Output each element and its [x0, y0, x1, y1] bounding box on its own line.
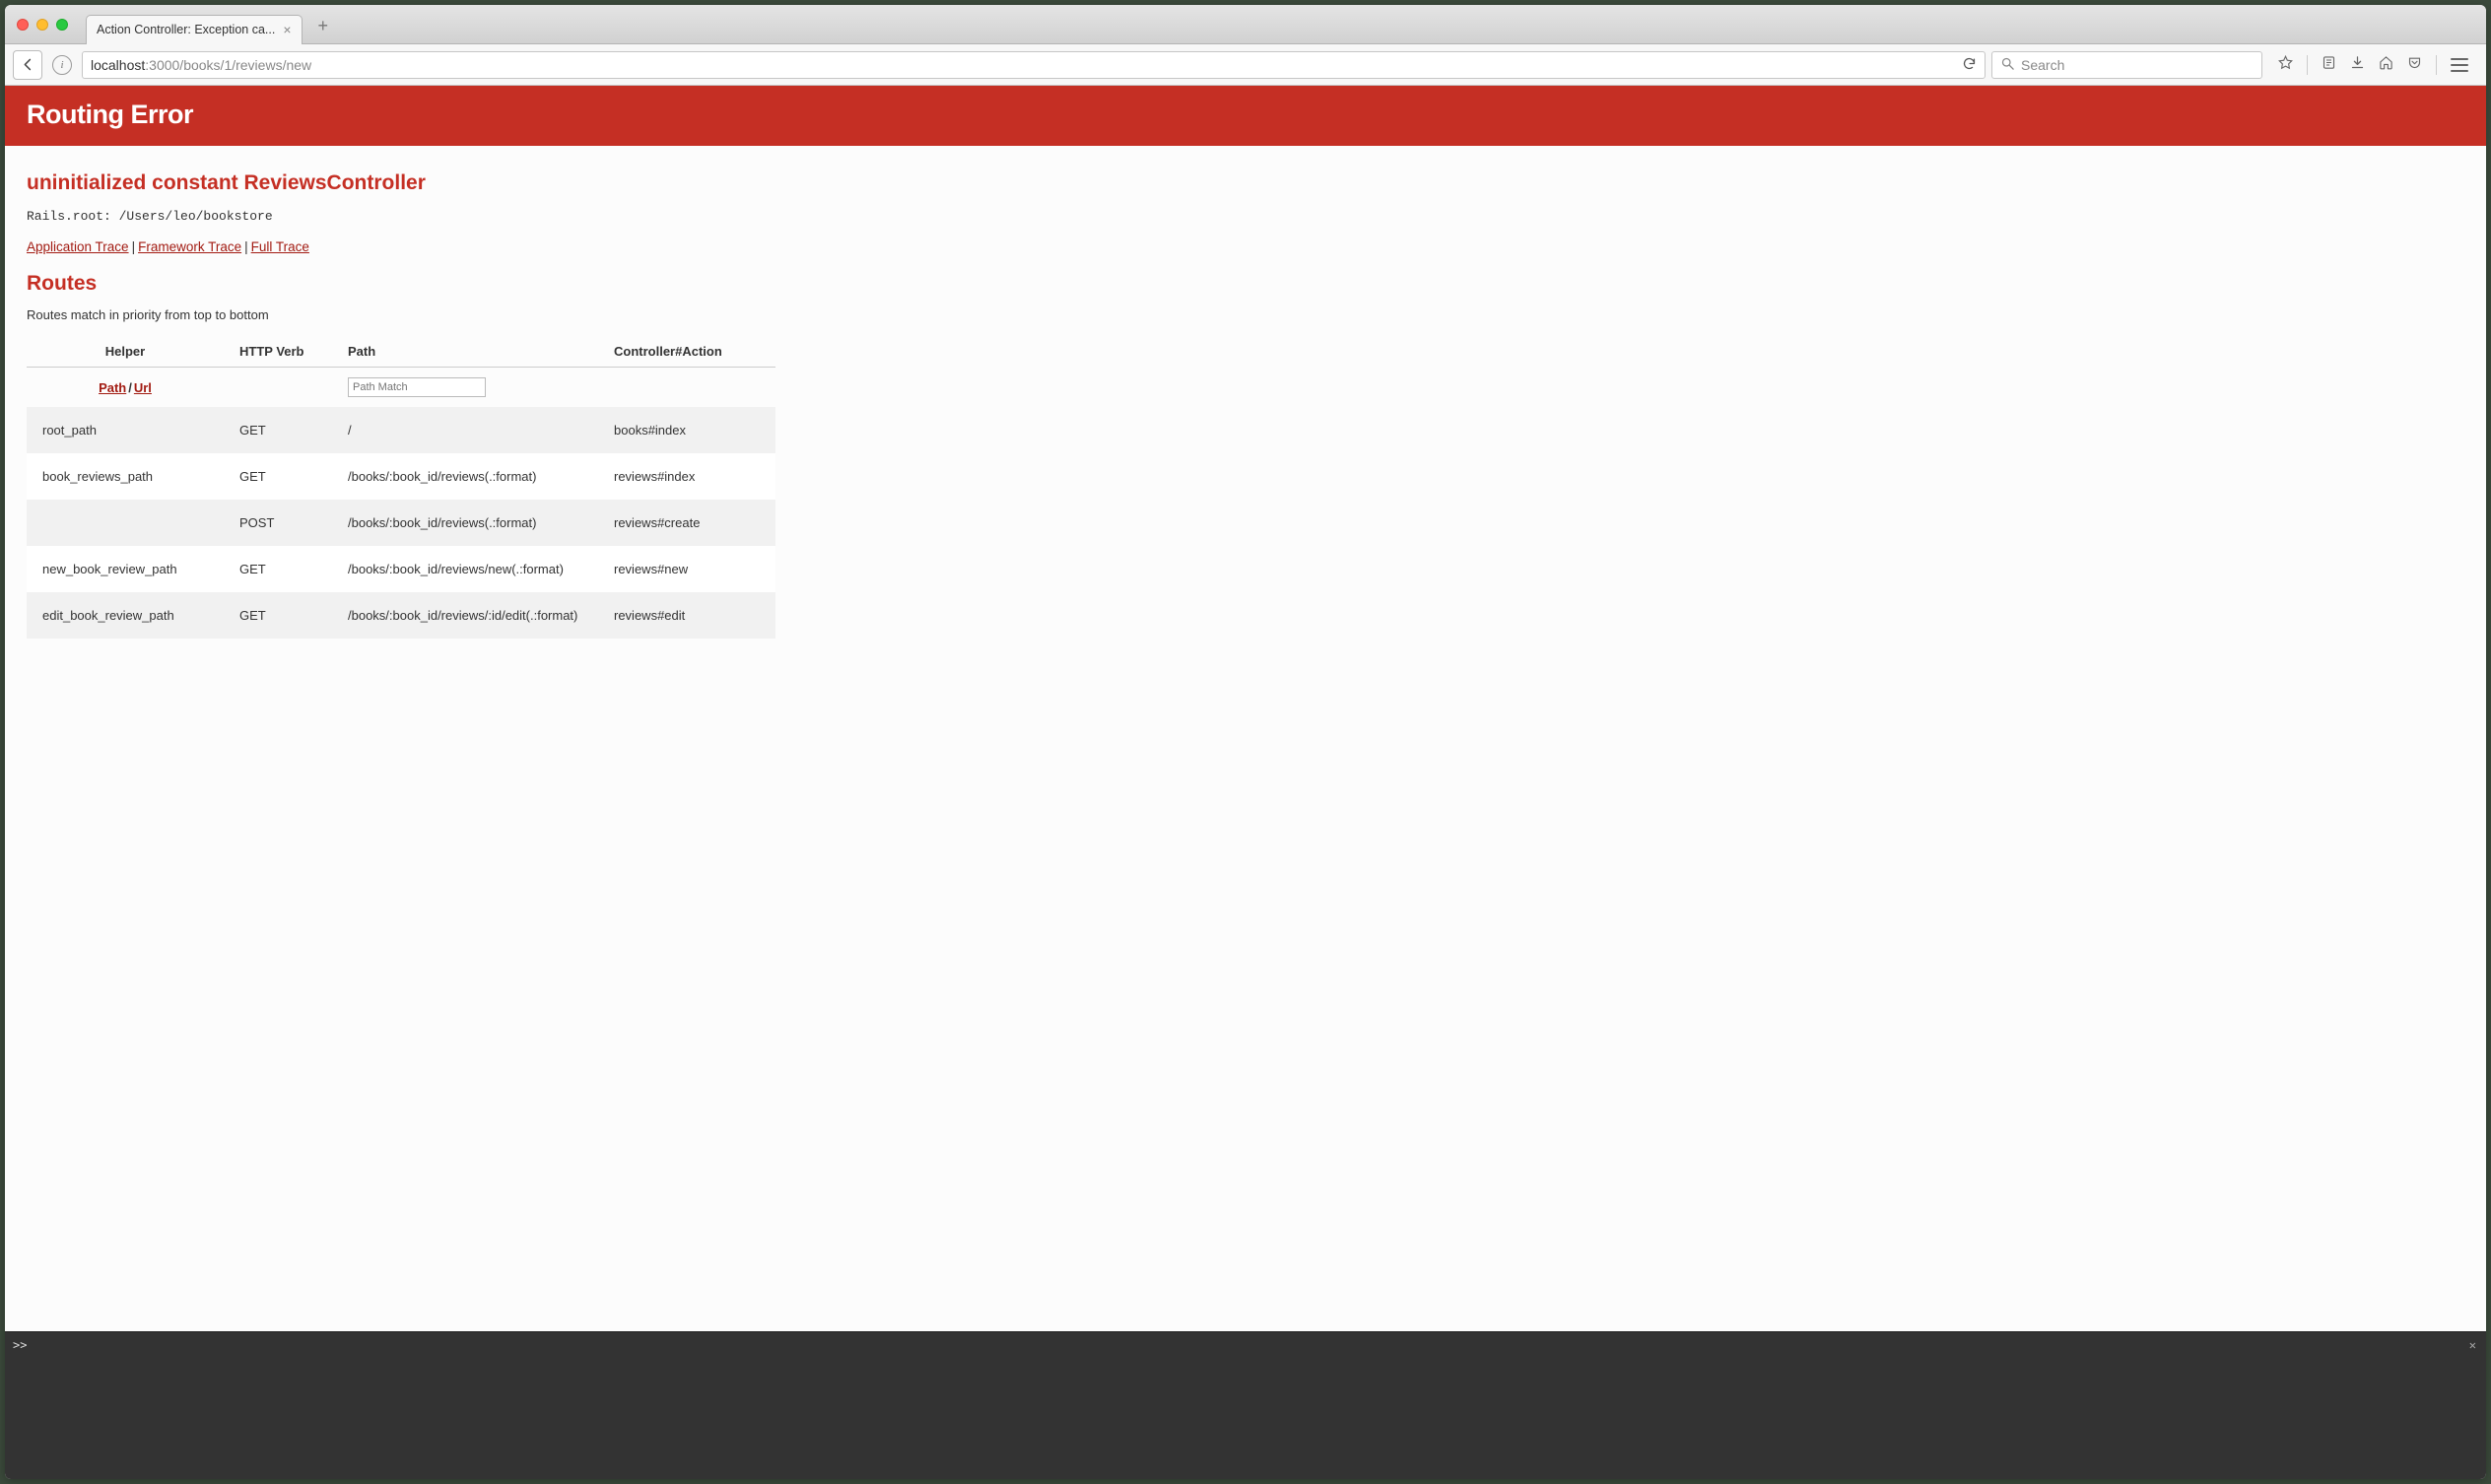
route-helper [27, 500, 224, 546]
error-message: uninitialized constant ReviewsController [27, 171, 2464, 195]
pocket-icon[interactable] [2407, 55, 2422, 74]
home-icon[interactable] [2379, 55, 2393, 74]
new-tab-button[interactable]: + [318, 16, 329, 36]
reload-icon[interactable] [1962, 56, 1977, 74]
route-path: /books/:book_id/reviews(.:format) [332, 500, 598, 546]
route-row: root_path GET / books#index [27, 407, 775, 453]
route-helper: book_reviews_path [27, 453, 224, 500]
route-row: edit_book_review_path GET /books/:book_i… [27, 592, 775, 639]
window-controls [17, 19, 68, 31]
search-bar[interactable]: Search [1991, 51, 2262, 79]
helper-path-link[interactable]: Path [99, 380, 126, 395]
divider [2307, 55, 2308, 75]
browser-tab[interactable]: Action Controller: Exception ca... × [86, 15, 303, 44]
divider [2436, 55, 2437, 75]
route-row: new_book_review_path GET /books/:book_id… [27, 546, 775, 592]
search-placeholder: Search [2021, 57, 2064, 73]
col-helper: Helper [27, 336, 224, 368]
route-verb: POST [224, 500, 332, 546]
route-action: reviews#new [598, 546, 775, 592]
browser-window: Action Controller: Exception ca... × + i… [5, 5, 2486, 1479]
route-verb: GET [224, 407, 332, 453]
routes-heading: Routes [27, 272, 2464, 296]
web-console[interactable]: >> ✕ [5, 1331, 2486, 1479]
route-action: books#index [598, 407, 775, 453]
full-trace-link[interactable]: Full Trace [251, 239, 309, 254]
minimize-window-button[interactable] [36, 19, 48, 31]
rails-root: Rails.root: /Users/leo/bookstore [27, 209, 2464, 224]
route-helper: edit_book_review_path [27, 592, 224, 639]
framework-trace-link[interactable]: Framework Trace [138, 239, 241, 254]
route-verb: GET [224, 453, 332, 500]
route-verb: GET [224, 592, 332, 639]
error-header: Routing Error [5, 86, 2486, 146]
path-filter-input[interactable] [348, 377, 486, 397]
url-host: localhost [91, 57, 145, 73]
route-path: /books/:book_id/reviews/new(.:format) [332, 546, 598, 592]
console-prompt: >> [13, 1338, 27, 1352]
toolbar: i localhost:3000/books/1/reviews/new Sea… [5, 44, 2486, 86]
route-helper: new_book_review_path [27, 546, 224, 592]
arrow-left-icon [21, 57, 35, 72]
route-helper: root_path [27, 407, 224, 453]
helper-url-link[interactable]: Url [134, 380, 152, 395]
search-icon [2000, 56, 2015, 74]
titlebar: Action Controller: Exception ca... × + [5, 5, 2486, 44]
error-title: Routing Error [27, 100, 2464, 130]
route-verb: GET [224, 546, 332, 592]
route-action: reviews#create [598, 500, 775, 546]
trace-links: Application Trace|Framework Trace|Full T… [27, 239, 2464, 254]
routes-table: Helper HTTP Verb Path Controller#Action … [27, 336, 775, 639]
col-action: Controller#Action [598, 336, 775, 368]
col-path: Path [332, 336, 598, 368]
menu-icon[interactable] [2451, 58, 2468, 72]
route-row: book_reviews_path GET /books/:book_id/re… [27, 453, 775, 500]
back-button[interactable] [13, 50, 42, 80]
close-window-button[interactable] [17, 19, 29, 31]
reading-list-icon[interactable] [2322, 55, 2336, 74]
route-action: reviews#index [598, 453, 775, 500]
toolbar-icons [2268, 55, 2478, 75]
maximize-window-button[interactable] [56, 19, 68, 31]
route-path: / [332, 407, 598, 453]
downloads-icon[interactable] [2350, 55, 2365, 74]
route-path: /books/:book_id/reviews/:id/edit(.:forma… [332, 592, 598, 639]
url-bar[interactable]: localhost:3000/books/1/reviews/new [82, 51, 1986, 79]
page-content: Routing Error uninitialized constant Rev… [5, 86, 2486, 1331]
tab-title: Action Controller: Exception ca... [97, 23, 275, 36]
route-path: /books/:book_id/reviews(.:format) [332, 453, 598, 500]
col-verb: HTTP Verb [224, 336, 332, 368]
helper-toggle: Path/Url [27, 368, 224, 408]
close-tab-icon[interactable]: × [283, 22, 291, 37]
url-path: :3000/books/1/reviews/new [145, 57, 311, 73]
bookmark-star-icon[interactable] [2278, 55, 2293, 74]
application-trace-link[interactable]: Application Trace [27, 239, 129, 254]
site-info-icon[interactable]: i [52, 55, 72, 75]
route-action: reviews#edit [598, 592, 775, 639]
routes-description: Routes match in priority from top to bot… [27, 307, 2464, 322]
console-close-icon[interactable]: ✕ [2469, 1338, 2476, 1352]
route-row: POST /books/:book_id/reviews(.:format) r… [27, 500, 775, 546]
